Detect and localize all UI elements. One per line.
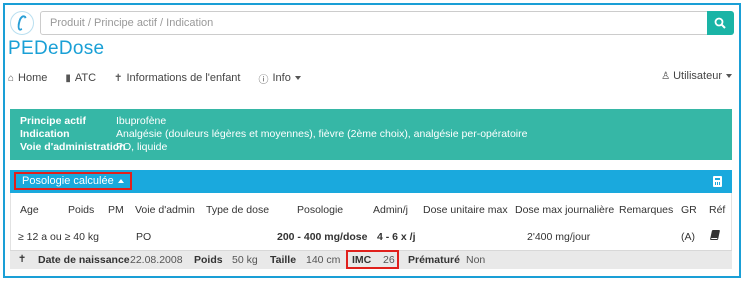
- calculator-icon[interactable]: [713, 176, 722, 187]
- col-header-remarques: Remarques: [619, 204, 674, 216]
- taille-label: Taille: [270, 254, 297, 266]
- posology-panel-header: Posologie calculée: [10, 170, 732, 193]
- cell-voie: PO: [136, 231, 152, 243]
- book-icon: ▮: [65, 72, 71, 84]
- posology-table: [10, 193, 732, 250]
- col-header-gr: GR: [681, 204, 697, 216]
- search-input[interactable]: [40, 11, 708, 35]
- col-header-age: Age: [20, 204, 39, 216]
- col-header-ref: Réf: [709, 204, 726, 216]
- nav-child-info-label: Informations de l'enfant: [126, 72, 241, 84]
- imc-label: IMC: [352, 254, 372, 266]
- search-icon: [714, 17, 726, 29]
- nav-child-info[interactable]: ✝ Informations de l'enfant: [114, 72, 240, 84]
- col-header-posologie: Posologie: [297, 204, 344, 216]
- col-header-poids: Poids: [68, 204, 95, 216]
- main-nav: ⌂ Home ▮ ATC ✝ Informations de l'enfant …: [8, 70, 319, 86]
- poids-label: Poids: [194, 254, 223, 266]
- premature-label: Prématuré: [408, 254, 460, 266]
- col-header-type-dose: Type de dose: [206, 204, 270, 216]
- chevron-down-icon: [726, 74, 732, 78]
- nav-info-dropdown[interactable]: ⓘ Info: [259, 71, 301, 86]
- posology-toggle-button[interactable]: Posologie calculée: [14, 172, 132, 190]
- cell-gr: (A): [681, 231, 695, 243]
- cell-dose-max-jour: 2'400 mg/jour: [527, 231, 591, 243]
- col-header-voie: Voie d'admin: [135, 204, 195, 216]
- child-icon: ✝: [18, 254, 27, 265]
- nav-home[interactable]: ⌂ Home: [8, 72, 47, 84]
- cell-admin: 4 - 6 x /j: [377, 231, 416, 243]
- imc-value: 26: [383, 254, 395, 266]
- indication-value: Analgésie (douleurs légères et moyennes)…: [116, 128, 528, 140]
- user-icon: ♙: [661, 70, 671, 82]
- premature-value: Non: [466, 254, 486, 266]
- nav-atc[interactable]: ▮ ATC: [65, 72, 96, 84]
- voie-label: Voie d'administration: [20, 141, 126, 153]
- logo-icon[interactable]: [10, 11, 34, 35]
- dob-label: Date de naissance: [38, 254, 130, 266]
- voie-value: PO, liquide: [116, 141, 168, 153]
- user-menu[interactable]: ♙ Utilisateur: [661, 70, 732, 82]
- indication-label: Indication: [20, 128, 70, 140]
- cell-posologie: 200 - 400 mg/dose: [277, 231, 368, 243]
- info-icon: ⓘ: [258, 74, 269, 86]
- taille-value: 140 cm: [306, 254, 341, 266]
- nav-info-label: Info: [272, 72, 291, 84]
- posology-toggle-label: Posologie calculée: [22, 175, 114, 187]
- brand-logo[interactable]: PEDeDose: [8, 38, 104, 60]
- chevron-up-icon: [117, 179, 124, 183]
- drug-info-panel: Principe actif Ibuprofène Indication Ana…: [10, 109, 732, 160]
- principe-value: Ibuprofène: [116, 115, 167, 127]
- nav-home-label: Home: [18, 72, 48, 84]
- poids-value: 50 kg: [232, 254, 258, 266]
- dob-value: 22.08.2008: [130, 254, 183, 266]
- home-icon: ⌂: [8, 72, 15, 84]
- user-label: Utilisateur: [673, 70, 722, 82]
- nav-atc-label: ATC: [74, 72, 97, 84]
- cell-age: ≥ 12 a ou ≥ 40 kg: [18, 231, 99, 243]
- col-header-dose-max-jour: Dose max journalière: [515, 204, 615, 216]
- child-icon: ✝: [114, 72, 123, 84]
- principe-label: Principe actif: [20, 115, 86, 127]
- chevron-down-icon: [294, 76, 301, 80]
- search-button[interactable]: [707, 11, 734, 35]
- col-header-admin: Admin/j: [373, 204, 409, 216]
- col-header-pm: PM: [108, 204, 124, 216]
- col-header-dose-unitaire-max: Dose unitaire max: [423, 204, 508, 216]
